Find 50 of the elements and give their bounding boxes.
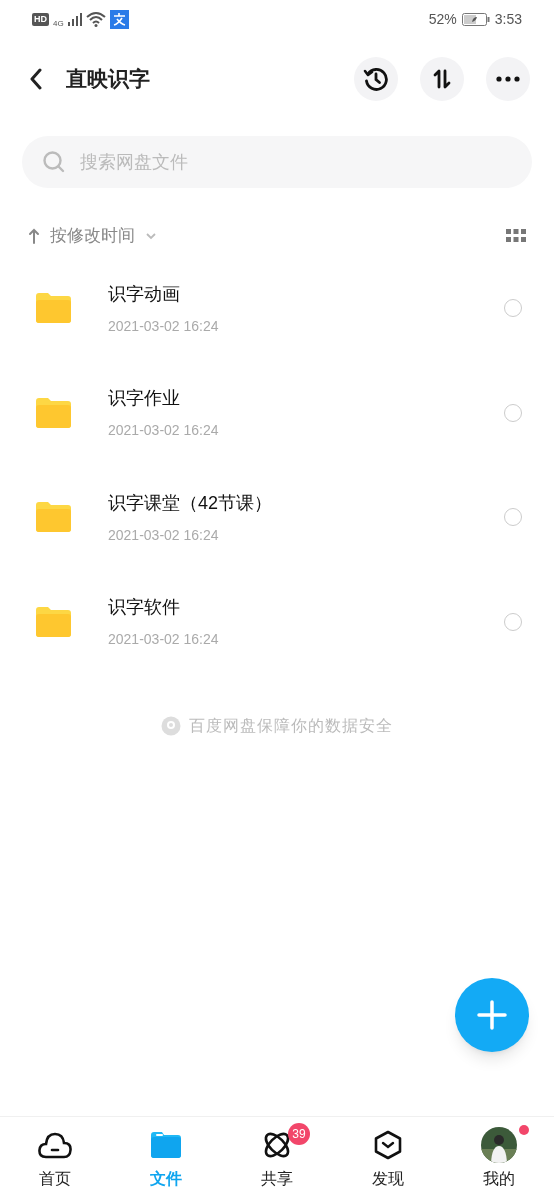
folder-name: 识字作业 bbox=[108, 387, 181, 410]
folder-name: 识字课堂（42节课） bbox=[108, 491, 274, 514]
nav-tab[interactable]: 39 共享 bbox=[221, 1117, 333, 1200]
nav-tab[interactable]: 发现 bbox=[332, 1117, 444, 1200]
avatar-icon bbox=[480, 1126, 517, 1163]
modified-date: 2021-03-02 16:24 bbox=[108, 317, 220, 334]
more-button[interactable] bbox=[486, 57, 530, 101]
battery-icon bbox=[461, 12, 490, 26]
notification-badge: 39 bbox=[288, 1122, 310, 1145]
hexagon-icon bbox=[373, 1129, 402, 1160]
grid-view-button[interactable] bbox=[506, 229, 526, 243]
up-arrow-icon bbox=[28, 228, 40, 244]
folder-icon bbox=[151, 1131, 182, 1158]
folder-row[interactable]: 识字课堂（42节课） 2021-03-02 16:24 bbox=[0, 465, 554, 570]
nav-tab[interactable]: 我的 bbox=[443, 1117, 554, 1200]
shield-icon bbox=[161, 716, 181, 736]
folder-icon bbox=[36, 293, 71, 324]
modified-date: 2021-03-02 16:24 bbox=[108, 526, 220, 543]
wifi-icon bbox=[85, 11, 106, 27]
folder-row[interactable]: 识字作业 2021-03-02 16:24 bbox=[0, 360, 554, 465]
folder-icon bbox=[36, 606, 71, 637]
battery-percent: 52% bbox=[428, 9, 457, 29]
signal-icon bbox=[67, 12, 82, 26]
folder-icon bbox=[36, 397, 71, 428]
plus-icon bbox=[476, 999, 508, 1031]
modified-date: 2021-03-02 16:24 bbox=[108, 631, 220, 648]
search-bar[interactable]: 搜索网盘文件 bbox=[22, 136, 532, 188]
network-type: 4G bbox=[53, 19, 64, 28]
page-title: 直映识字 bbox=[66, 66, 151, 93]
history-icon bbox=[363, 66, 389, 92]
more-icon bbox=[496, 76, 520, 82]
clock-time: 3:53 bbox=[494, 9, 522, 29]
nav-tab[interactable]: 首页 bbox=[0, 1117, 111, 1200]
folder-name: 识字软件 bbox=[108, 596, 181, 619]
add-button[interactable] bbox=[455, 978, 529, 1052]
search-icon bbox=[42, 150, 66, 174]
sort-button[interactable] bbox=[420, 57, 464, 101]
cloud-icon bbox=[38, 1130, 73, 1159]
hd-icon: HD bbox=[32, 12, 49, 26]
modified-date: 2021-03-02 16:24 bbox=[108, 422, 220, 439]
sort-order-button[interactable]: 按修改时间 bbox=[28, 223, 157, 249]
security-note: 百度网盘保障你的数据安全 bbox=[189, 716, 393, 736]
folder-icon bbox=[36, 502, 71, 533]
chevron-down-icon bbox=[145, 232, 157, 240]
app-notification-icon bbox=[109, 9, 129, 29]
search-input[interactable]: 搜索网盘文件 bbox=[80, 148, 512, 176]
folder-name: 识字动画 bbox=[108, 282, 181, 305]
folder-row[interactable]: 识字软件 2021-03-02 16:24 bbox=[0, 569, 554, 674]
folder-row[interactable]: 识字动画 2021-03-02 16:24 bbox=[0, 256, 554, 361]
history-button[interactable] bbox=[354, 57, 398, 101]
